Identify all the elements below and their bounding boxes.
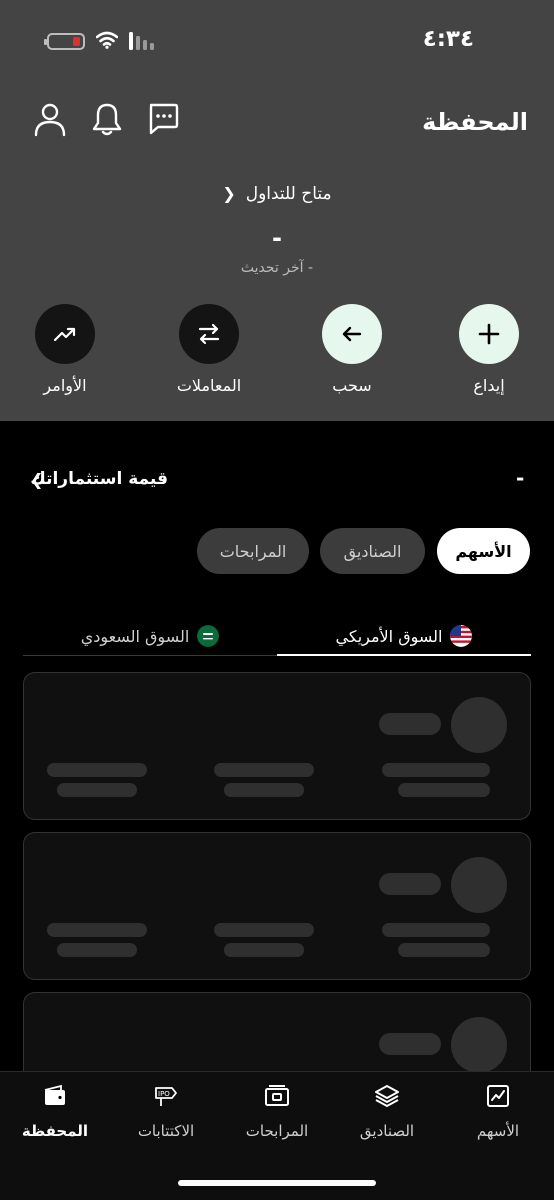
nav-stocks-label: الأسهم — [476, 1122, 520, 1140]
trend-up-icon — [53, 327, 76, 342]
nav-funds-label: الصناديق — [359, 1122, 415, 1140]
skeleton-line — [382, 763, 490, 777]
tab-us-market[interactable]: السوق الأمريكي — [277, 616, 531, 656]
orders-button[interactable]: الأوامر — [20, 304, 110, 395]
ipo-icon: IPO — [155, 1087, 177, 1106]
account-panel: ٤:٣٤ المحفظة ❯ متاح للتداول - آخر تحديث -… — [0, 0, 554, 421]
home-indicator — [178, 1180, 376, 1186]
tab-funds[interactable]: الصناديق — [320, 528, 425, 574]
skeleton-line — [398, 783, 490, 797]
svg-text:IPO: IPO — [158, 1090, 170, 1098]
last-update: آخر تحديث - — [240, 260, 314, 276]
battery-icon — [44, 33, 85, 50]
transactions-label: المعاملات — [176, 376, 242, 395]
chat-icon[interactable] — [146, 101, 180, 137]
status-time: ٤:٣٤ — [422, 26, 474, 52]
us-market-label: السوق الأمريكي — [335, 626, 443, 646]
transactions-button[interactable]: المعاملات — [164, 304, 254, 395]
nav-portfolio[interactable]: المحفظة — [0, 1082, 110, 1140]
nav-portfolio-label: المحفظة — [21, 1122, 89, 1140]
wallet-icon — [44, 1084, 65, 1105]
available-to-trade[interactable]: ❯ متاح للتداول — [0, 184, 554, 204]
layers-icon — [375, 1085, 399, 1107]
investments-title[interactable]: قيمة استثماراتك — [30, 469, 168, 489]
skeleton-line — [47, 923, 147, 937]
available-label: متاح للتداول — [245, 184, 332, 204]
chart-icon — [487, 1085, 509, 1107]
withdraw-label: سحب — [332, 376, 372, 395]
tab-stocks[interactable]: الأسهم — [437, 528, 530, 574]
skeleton-line — [379, 1033, 441, 1055]
skeleton-line — [214, 763, 314, 777]
nav-murabaha[interactable]: المرابحات — [222, 1082, 332, 1140]
saudi-flag-icon — [197, 625, 220, 647]
nav-murabaha-label: المرابحات — [245, 1122, 309, 1140]
withdraw-button[interactable]: سحب — [307, 304, 397, 395]
skeleton-line — [57, 943, 137, 957]
skeleton-line — [57, 783, 137, 797]
skeleton-line — [214, 923, 314, 937]
murabaha-icon — [265, 1085, 289, 1106]
page-title: المحفظة — [422, 108, 528, 136]
chevron-left-icon[interactable]: ❮ — [30, 470, 43, 489]
nav-ipo[interactable]: IPO الاكتتابات — [111, 1082, 221, 1140]
skeleton-line — [379, 713, 441, 735]
wifi-icon — [96, 31, 118, 49]
plus-icon — [478, 323, 500, 345]
skeleton-logo — [451, 697, 507, 753]
stock-card-placeholder — [23, 832, 531, 980]
signal-icon — [129, 32, 154, 50]
nav-ipo-label: الاكتتابات — [137, 1122, 195, 1140]
skeleton-logo — [451, 857, 507, 913]
skeleton-line — [398, 943, 490, 957]
skeleton-line — [224, 783, 304, 797]
tab-murabaha[interactable]: المرابحات — [197, 528, 309, 574]
tab-saudi-market[interactable]: السوق السعودي — [23, 616, 277, 656]
nav-stocks[interactable]: الأسهم — [443, 1082, 553, 1140]
stock-card-placeholder — [23, 672, 531, 820]
active-tab-indicator — [277, 654, 531, 656]
balance-value: - — [272, 224, 282, 252]
saudi-market-label: السوق السعودي — [80, 626, 190, 646]
chevron-left-icon: ❯ — [222, 184, 236, 203]
swap-icon — [198, 323, 220, 345]
bell-icon[interactable] — [90, 101, 124, 137]
orders-label: الأوامر — [43, 376, 87, 395]
us-flag-icon — [450, 625, 473, 647]
skeleton-line — [379, 873, 441, 895]
arrow-left-icon — [342, 326, 362, 342]
skeleton-logo — [451, 1017, 507, 1073]
profile-icon[interactable] — [33, 101, 67, 137]
deposit-label: إيداع — [473, 376, 505, 395]
deposit-button[interactable]: إيداع — [444, 304, 534, 395]
investments-value: - — [516, 466, 525, 490]
nav-funds[interactable]: الصناديق — [332, 1082, 442, 1140]
skeleton-line — [382, 923, 490, 937]
skeleton-line — [224, 943, 304, 957]
skeleton-line — [47, 763, 147, 777]
